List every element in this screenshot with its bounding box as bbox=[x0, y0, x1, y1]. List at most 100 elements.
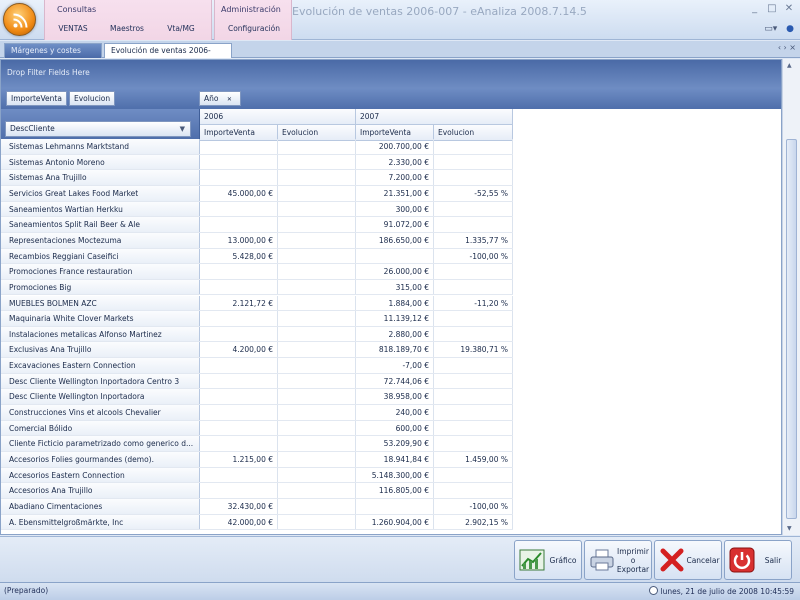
row-header-cliente[interactable]: A. Ebensmittelgroßmärkte, Inc bbox=[1, 514, 200, 530]
row-header-cliente[interactable]: Representaciones Moctezuma bbox=[1, 232, 200, 248]
column-field-ano[interactable]: Año ✕ bbox=[199, 91, 241, 106]
table-row[interactable]: Cliente Ficticio parametrizado como gene… bbox=[1, 436, 513, 452]
data-cell[interactable] bbox=[434, 436, 513, 451]
table-row[interactable]: Promociones Big 315,00 € bbox=[1, 279, 513, 296]
data-cell[interactable]: 53.209,90 € bbox=[356, 436, 434, 451]
scroll-down-icon[interactable]: ▼ bbox=[787, 525, 792, 532]
data-cell[interactable]: 13.000,00 € bbox=[200, 232, 278, 248]
row-header-cliente[interactable]: Saneamientos Wartian Herkku bbox=[1, 201, 200, 217]
data-cell[interactable] bbox=[278, 420, 356, 436]
data-cell[interactable] bbox=[278, 483, 356, 498]
data-cell[interactable]: 186.650,00 € bbox=[356, 232, 434, 248]
data-cell[interactable] bbox=[278, 389, 356, 405]
row-header-cliente[interactable]: Desc Cliente Wellington Inportadora Cent… bbox=[1, 373, 200, 389]
row-header-cliente[interactable]: Recambios Reggiani Caseifici bbox=[1, 248, 200, 264]
data-cell[interactable]: 18.941,84 € bbox=[356, 452, 434, 467]
ribbon-tab-vta-mg[interactable]: Vta/MG bbox=[161, 24, 201, 38]
table-row[interactable]: Promociones France restauration 26.000,00… bbox=[1, 264, 513, 280]
data-cell[interactable]: 4.200,00 € bbox=[200, 342, 278, 358]
data-cell[interactable] bbox=[434, 217, 513, 232]
table-row[interactable]: Representaciones Moctezuma 13.000,00 € 186… bbox=[1, 232, 513, 249]
data-cell[interactable] bbox=[434, 373, 513, 389]
table-row[interactable]: Excavaciones Eastern Connection -7,00 € bbox=[1, 358, 513, 374]
data-cell[interactable]: 300,00 € bbox=[356, 201, 434, 217]
table-row[interactable]: Accesorios Ana Trujillo 116.805,00 € bbox=[1, 483, 513, 499]
table-row[interactable]: Saneamientos Split Rail Beer & Ale 91.072… bbox=[1, 217, 513, 233]
data-field-evolucion[interactable]: Evolucion bbox=[69, 91, 116, 106]
row-header-cliente[interactable]: Excavaciones Eastern Connection bbox=[1, 358, 200, 373]
data-cell[interactable] bbox=[200, 264, 278, 279]
table-row[interactable]: Saneamientos Wartian Herkku 300,00 € bbox=[1, 201, 513, 218]
row-header-cliente[interactable]: Comercial Bólido bbox=[1, 420, 200, 436]
data-cell[interactable]: 2.121,72 € bbox=[200, 295, 278, 311]
filter-icon[interactable]: ▼ bbox=[180, 122, 185, 136]
data-cell[interactable]: -11,20 % bbox=[434, 295, 513, 311]
vertical-scrollbar[interactable]: ▲ ▼ bbox=[782, 59, 800, 535]
data-cell[interactable] bbox=[434, 154, 513, 170]
data-cell[interactable]: 200.700,00 € bbox=[356, 139, 434, 154]
data-cell[interactable] bbox=[200, 279, 278, 295]
row-header-cliente[interactable]: Saneamientos Split Rail Beer & Ale bbox=[1, 217, 200, 232]
table-row[interactable]: Construcciones Vins et alcools Chevalier… bbox=[1, 405, 513, 421]
data-cell[interactable] bbox=[278, 467, 356, 483]
row-header-cliente[interactable]: Promociones Big bbox=[1, 279, 200, 295]
data-cell[interactable] bbox=[200, 389, 278, 405]
data-cell[interactable] bbox=[278, 498, 356, 514]
data-cell[interactable]: 26.000,00 € bbox=[356, 264, 434, 279]
data-cell[interactable] bbox=[356, 498, 434, 514]
data-cell[interactable]: 5.428,00 € bbox=[200, 248, 278, 264]
row-header-cliente[interactable]: Construcciones Vins et alcools Chevalier bbox=[1, 405, 200, 420]
grafico-button[interactable]: Gráfico bbox=[514, 540, 582, 580]
data-cell[interactable] bbox=[278, 326, 356, 342]
table-row[interactable]: Sistemas Lehmanns Marktstand 200.700,00 € bbox=[1, 139, 513, 155]
data-cell[interactable]: 1.335,77 % bbox=[434, 232, 513, 248]
data-cell[interactable] bbox=[200, 139, 278, 154]
data-cell[interactable] bbox=[278, 201, 356, 217]
data-cell[interactable]: 32.430,00 € bbox=[200, 498, 278, 514]
data-cell[interactable]: 240,00 € bbox=[356, 405, 434, 420]
data-cell[interactable] bbox=[200, 483, 278, 498]
row-header-cliente[interactable]: Exclusivas Ana Trujillo bbox=[1, 342, 200, 358]
data-cell[interactable] bbox=[200, 373, 278, 389]
data-cell[interactable]: 11.139,12 € bbox=[356, 311, 434, 326]
filter-drop-zone[interactable]: Drop Filter Fields Here bbox=[1, 60, 781, 88]
row-header-cliente[interactable]: Desc Cliente Wellington Inportadora bbox=[1, 389, 200, 405]
data-cell[interactable] bbox=[434, 279, 513, 295]
data-cell[interactable] bbox=[434, 170, 513, 185]
data-cell[interactable] bbox=[434, 139, 513, 154]
tab-margenes-costes[interactable]: Márgenes y costes 2.1 bbox=[4, 43, 102, 69]
data-cell[interactable] bbox=[434, 389, 513, 405]
data-cell[interactable] bbox=[434, 311, 513, 326]
data-cell[interactable]: 2.330,00 € bbox=[356, 154, 434, 170]
data-cell[interactable] bbox=[200, 436, 278, 451]
data-cell[interactable] bbox=[278, 139, 356, 154]
data-cell[interactable]: 818.189,70 € bbox=[356, 342, 434, 358]
table-row[interactable]: A. Ebensmittelgroßmärkte, Inc 42.000,00 €… bbox=[1, 514, 513, 531]
scroll-up-icon[interactable]: ▲ bbox=[787, 62, 792, 69]
sort-icon[interactable]: ✕ bbox=[227, 96, 232, 103]
data-field-importeventa[interactable]: ImporteVenta bbox=[6, 91, 67, 106]
cancelar-button[interactable]: Cancelar bbox=[654, 540, 722, 580]
data-cell[interactable] bbox=[278, 311, 356, 326]
data-cell[interactable] bbox=[200, 358, 278, 373]
data-cell[interactable] bbox=[278, 514, 356, 530]
data-cell[interactable] bbox=[434, 467, 513, 483]
table-row[interactable]: Recambios Reggiani Caseifici 5.428,00 € -1… bbox=[1, 248, 513, 265]
table-row[interactable]: Sistemas Ana Trujillo 7.200,00 € bbox=[1, 170, 513, 186]
row-header-cliente[interactable]: Sistemas Lehmanns Marktstand bbox=[1, 139, 200, 154]
data-cell[interactable] bbox=[278, 232, 356, 248]
help-icon[interactable]: ● bbox=[786, 24, 794, 34]
data-cell[interactable]: 5.148.300,00 € bbox=[356, 467, 434, 483]
data-cell[interactable] bbox=[434, 358, 513, 373]
row-header-cliente[interactable]: Accesorios Eastern Connection bbox=[1, 467, 200, 483]
data-cell[interactable] bbox=[278, 170, 356, 185]
data-cell[interactable]: 2.880,00 € bbox=[356, 326, 434, 342]
data-cell[interactable]: 2.902,15 % bbox=[434, 514, 513, 530]
data-cell[interactable] bbox=[200, 326, 278, 342]
data-cell[interactable]: 19.380,71 % bbox=[434, 342, 513, 358]
column-header-year-2006[interactable]: 2006 bbox=[200, 109, 356, 125]
data-cell[interactable] bbox=[200, 154, 278, 170]
row-header-cliente[interactable]: Sistemas Antonio Moreno bbox=[1, 154, 200, 170]
data-cell[interactable] bbox=[278, 185, 356, 201]
data-cell[interactable] bbox=[434, 420, 513, 436]
